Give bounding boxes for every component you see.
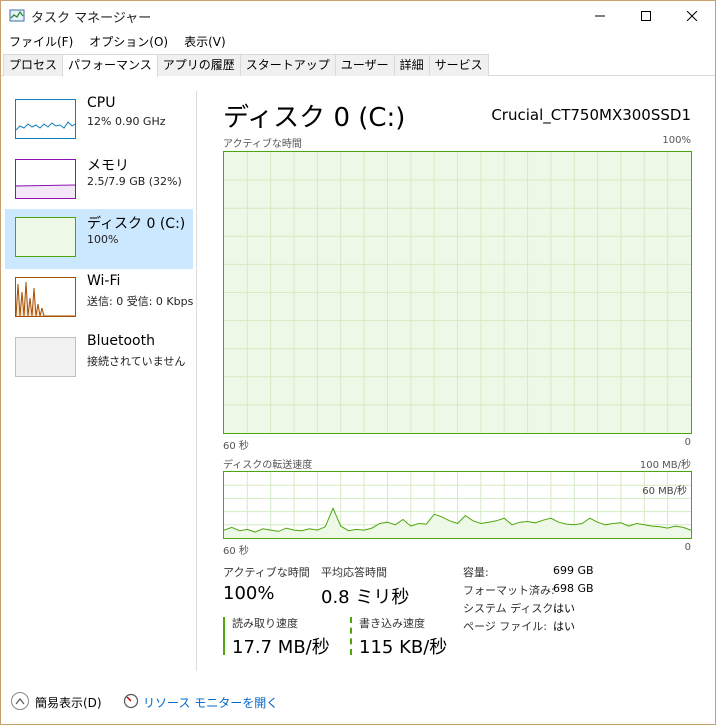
menu-file[interactable]: ファイル(F): [1, 31, 81, 53]
sidebar-item-cpu[interactable]: CPU 12% 0.90 GHz: [5, 91, 193, 151]
disk-thumbnail: [15, 217, 76, 257]
fewer-details-link[interactable]: 簡易表示(D): [35, 694, 102, 711]
menu-options[interactable]: オプション(O): [81, 31, 176, 53]
read-speed-label: 読み取り速度: [232, 617, 298, 630]
write-speed-label: 書き込み速度: [359, 617, 425, 630]
resource-monitor-icon: [123, 693, 139, 709]
tab-details[interactable]: 詳細: [393, 54, 430, 76]
active-time-stat-label: アクティブな時間: [223, 566, 310, 579]
transfer-chart-max: 100 MB/秒: [639, 460, 691, 471]
tab-strip: プロセス パフォーマンス アプリの履歴 スタートアップ ユーザー 詳細 サービス: [1, 54, 715, 77]
formatted-key: フォーマット済み:: [463, 584, 555, 597]
transfer-chart-label: ディスクの転送速度: [223, 460, 313, 471]
write-speed-indicator: [350, 617, 352, 655]
sidebar-item-sub: 接続されていません: [87, 355, 186, 368]
sidebar-item-memory[interactable]: メモリ 2.5/7.9 GB (32%): [5, 151, 193, 211]
sidebar-item-sub: 12% 0.90 GHz: [87, 115, 166, 128]
tab-startup[interactable]: スタートアップ: [239, 54, 336, 76]
transfer-x-left: 60 秒: [223, 546, 249, 557]
active-time-stat-value: 100%: [223, 583, 275, 604]
maximize-icon: [641, 11, 651, 21]
resource-sidebar: CPU 12% 0.90 GHz メモリ 2.5/7.9 GB (32%) ディ…: [1, 91, 197, 671]
window-title: タスク マネージャー: [31, 11, 152, 26]
close-icon: [687, 11, 697, 21]
tab-app-history[interactable]: アプリの履歴: [156, 54, 241, 76]
system-disk-value: はい: [553, 602, 575, 615]
sidebar-item-label: Bluetooth: [87, 333, 155, 349]
read-speed-indicator: [223, 617, 225, 655]
sidebar-item-label: ディスク 0 (C:): [87, 216, 186, 232]
minimize-button[interactable]: [577, 1, 623, 31]
open-resource-monitor-link[interactable]: リソース モニターを開く: [143, 694, 278, 711]
device-model: Crucial_CT750MX300SSD1: [491, 106, 691, 124]
maximize-button[interactable]: [623, 1, 669, 31]
transfer-mid-label: 60 MB/秒: [642, 486, 687, 497]
system-disk-key: システム ディスク:: [463, 602, 558, 615]
sidebar-item-sub: 送信: 0 受信: 0 Kbps: [87, 295, 194, 308]
active-time-chart: [223, 151, 692, 434]
task-manager-icon: [9, 9, 25, 22]
menu-bar: ファイル(F) オプション(O) 表示(V): [1, 31, 715, 53]
page-file-key: ページ ファイル:: [463, 620, 547, 633]
active-time-x-left: 60 秒: [223, 441, 249, 452]
sidebar-item-sub: 2.5/7.9 GB (32%): [87, 175, 182, 188]
footer-bar: 簡易表示(D) リソース モニターを開く: [1, 687, 715, 717]
close-button[interactable]: [669, 1, 715, 31]
formatted-value: 698 GB: [553, 582, 594, 595]
transfer-rate-plot: [223, 472, 692, 538]
tab-processes[interactable]: プロセス: [3, 54, 64, 76]
sidebar-item-wifi[interactable]: Wi-Fi 送信: 0 受信: 0 Kbps: [5, 269, 193, 329]
page-file-value: はい: [553, 620, 575, 633]
transfer-rate-chart: 60 MB/秒: [223, 471, 692, 539]
tab-users[interactable]: ユーザー: [334, 54, 395, 76]
bluetooth-thumbnail: [15, 337, 76, 377]
capacity-key: 容量:: [463, 566, 489, 579]
response-time-value: 0.8 ミリ秒: [321, 587, 410, 608]
page-title: ディスク 0 (C:): [223, 103, 406, 133]
tab-services[interactable]: サービス: [428, 54, 489, 76]
transfer-x-right: 0: [684, 542, 691, 553]
task-manager-window: タスク マネージャー ファイル(F) オプション(O) 表示(V) プロセス パ…: [0, 0, 716, 725]
response-time-label: 平均応答時間: [321, 566, 387, 579]
active-time-grid: [224, 152, 691, 433]
read-speed-value: 17.7 MB/秒: [232, 637, 330, 658]
sidebar-item-label: CPU: [87, 95, 116, 111]
write-speed-value: 115 KB/秒: [359, 637, 448, 658]
sidebar-item-sub: 100%: [87, 233, 119, 246]
sidebar-item-bluetooth[interactable]: Bluetooth 接続されていません: [5, 329, 193, 389]
cpu-thumbnail: [15, 99, 76, 139]
chevron-up-icon: [15, 697, 25, 704]
sidebar-item-label: Wi-Fi: [87, 273, 121, 289]
sidebar-item-label: メモリ: [87, 158, 129, 174]
wifi-thumbnail: [15, 277, 76, 317]
fewer-details-button[interactable]: [11, 692, 29, 710]
active-time-chart-label: アクティブな時間: [223, 139, 302, 150]
memory-thumbnail: [15, 159, 76, 199]
capacity-value: 699 GB: [553, 564, 594, 577]
title-bar[interactable]: タスク マネージャー: [1, 1, 715, 31]
tab-performance[interactable]: パフォーマンス: [62, 54, 158, 77]
minimize-icon: [595, 15, 605, 17]
active-time-x-right: 0: [684, 437, 691, 448]
active-time-chart-max: 100%: [662, 135, 691, 146]
menu-view[interactable]: 表示(V): [176, 31, 234, 53]
sidebar-item-disk[interactable]: ディスク 0 (C:) 100%: [5, 209, 193, 269]
